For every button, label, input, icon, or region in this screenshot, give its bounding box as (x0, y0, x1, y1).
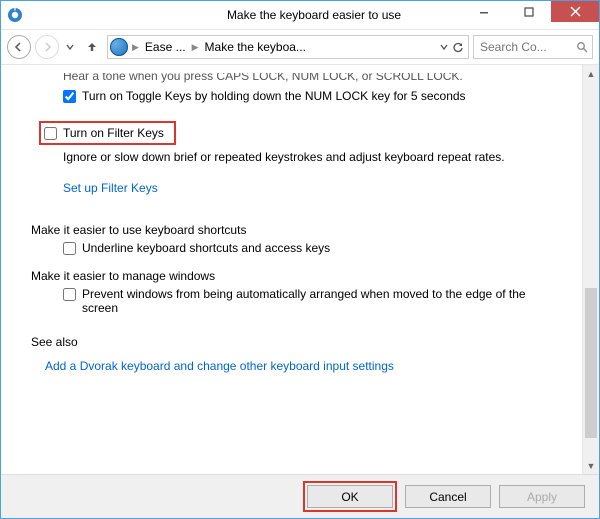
cancel-button[interactable]: Cancel (405, 485, 491, 508)
see-also-heading: See also (31, 335, 564, 349)
section-manage-windows: Make it easier to manage windows (31, 269, 564, 283)
content-pane: Hear a tone when you press CAPS LOCK, NU… (1, 65, 582, 474)
navigation-bar: ▶ Ease ... ▶ Make the keyboa... (1, 30, 599, 65)
close-button[interactable] (551, 1, 599, 22)
control-panel-icon (110, 38, 128, 56)
vertical-scrollbar[interactable]: ▲ ▼ (582, 65, 599, 474)
truncated-text: Hear a tone when you press CAPS LOCK, NU… (63, 73, 564, 85)
minimize-button[interactable] (461, 1, 506, 22)
up-button[interactable] (81, 36, 103, 58)
underline-checkbox[interactable] (63, 242, 76, 255)
section-keyboard-shortcuts: Make it easier to use keyboard shortcuts (31, 223, 564, 237)
prevent-label: Prevent windows from being automatically… (82, 287, 564, 315)
toggle-keys-label: Turn on Toggle Keys by holding down the … (82, 89, 466, 103)
dropdown-icon[interactable] (440, 43, 448, 51)
refresh-icon[interactable] (452, 41, 464, 53)
filter-keys-row: Turn on Filter Keys (39, 121, 176, 145)
content-area: Hear a tone when you press CAPS LOCK, NU… (1, 65, 599, 474)
address-bar[interactable]: ▶ Ease ... ▶ Make the keyboa... (107, 35, 469, 59)
ok-highlight: OK (303, 481, 397, 512)
window-icon (1, 7, 29, 23)
underline-row: Underline keyboard shortcuts and access … (63, 241, 564, 255)
back-button[interactable] (7, 35, 31, 59)
prevent-row: Prevent windows from being automatically… (63, 287, 564, 315)
window-controls (461, 1, 599, 22)
scroll-thumb[interactable] (585, 288, 597, 438)
apply-button[interactable]: Apply (499, 485, 585, 508)
breadcrumb-current[interactable]: Make the keyboa... (203, 40, 308, 54)
scroll-up-icon[interactable]: ▲ (583, 65, 599, 82)
breadcrumb-ease[interactable]: Ease ... (143, 40, 188, 54)
history-dropdown[interactable] (63, 43, 77, 51)
dvorak-link[interactable]: Add a Dvorak keyboard and change other k… (45, 359, 394, 373)
filter-keys-checkbox[interactable] (44, 127, 57, 140)
chevron-right-icon: ▶ (190, 42, 201, 53)
prevent-checkbox[interactable] (63, 288, 76, 301)
window-frame: Make the keyboard easier to use (0, 0, 600, 519)
titlebar: Make the keyboard easier to use (1, 1, 599, 30)
forward-button[interactable] (35, 35, 59, 59)
filter-keys-label: Turn on Filter Keys (63, 126, 164, 140)
search-input[interactable] (478, 39, 572, 55)
scroll-track[interactable] (583, 82, 599, 457)
toggle-keys-checkbox[interactable] (63, 90, 76, 103)
toggle-keys-row: Turn on Toggle Keys by holding down the … (63, 89, 564, 103)
maximize-button[interactable] (506, 1, 551, 22)
dialog-footer: OK Cancel Apply (1, 474, 599, 518)
search-box[interactable] (473, 35, 593, 59)
chevron-right-icon: ▶ (130, 42, 141, 53)
setup-filter-keys-link[interactable]: Set up Filter Keys (63, 181, 158, 195)
search-icon[interactable] (576, 41, 588, 53)
scroll-down-icon[interactable]: ▼ (583, 457, 599, 474)
filter-keys-description: Ignore or slow down brief or repeated ke… (63, 149, 564, 165)
ok-button[interactable]: OK (307, 485, 393, 508)
underline-label: Underline keyboard shortcuts and access … (82, 241, 330, 255)
